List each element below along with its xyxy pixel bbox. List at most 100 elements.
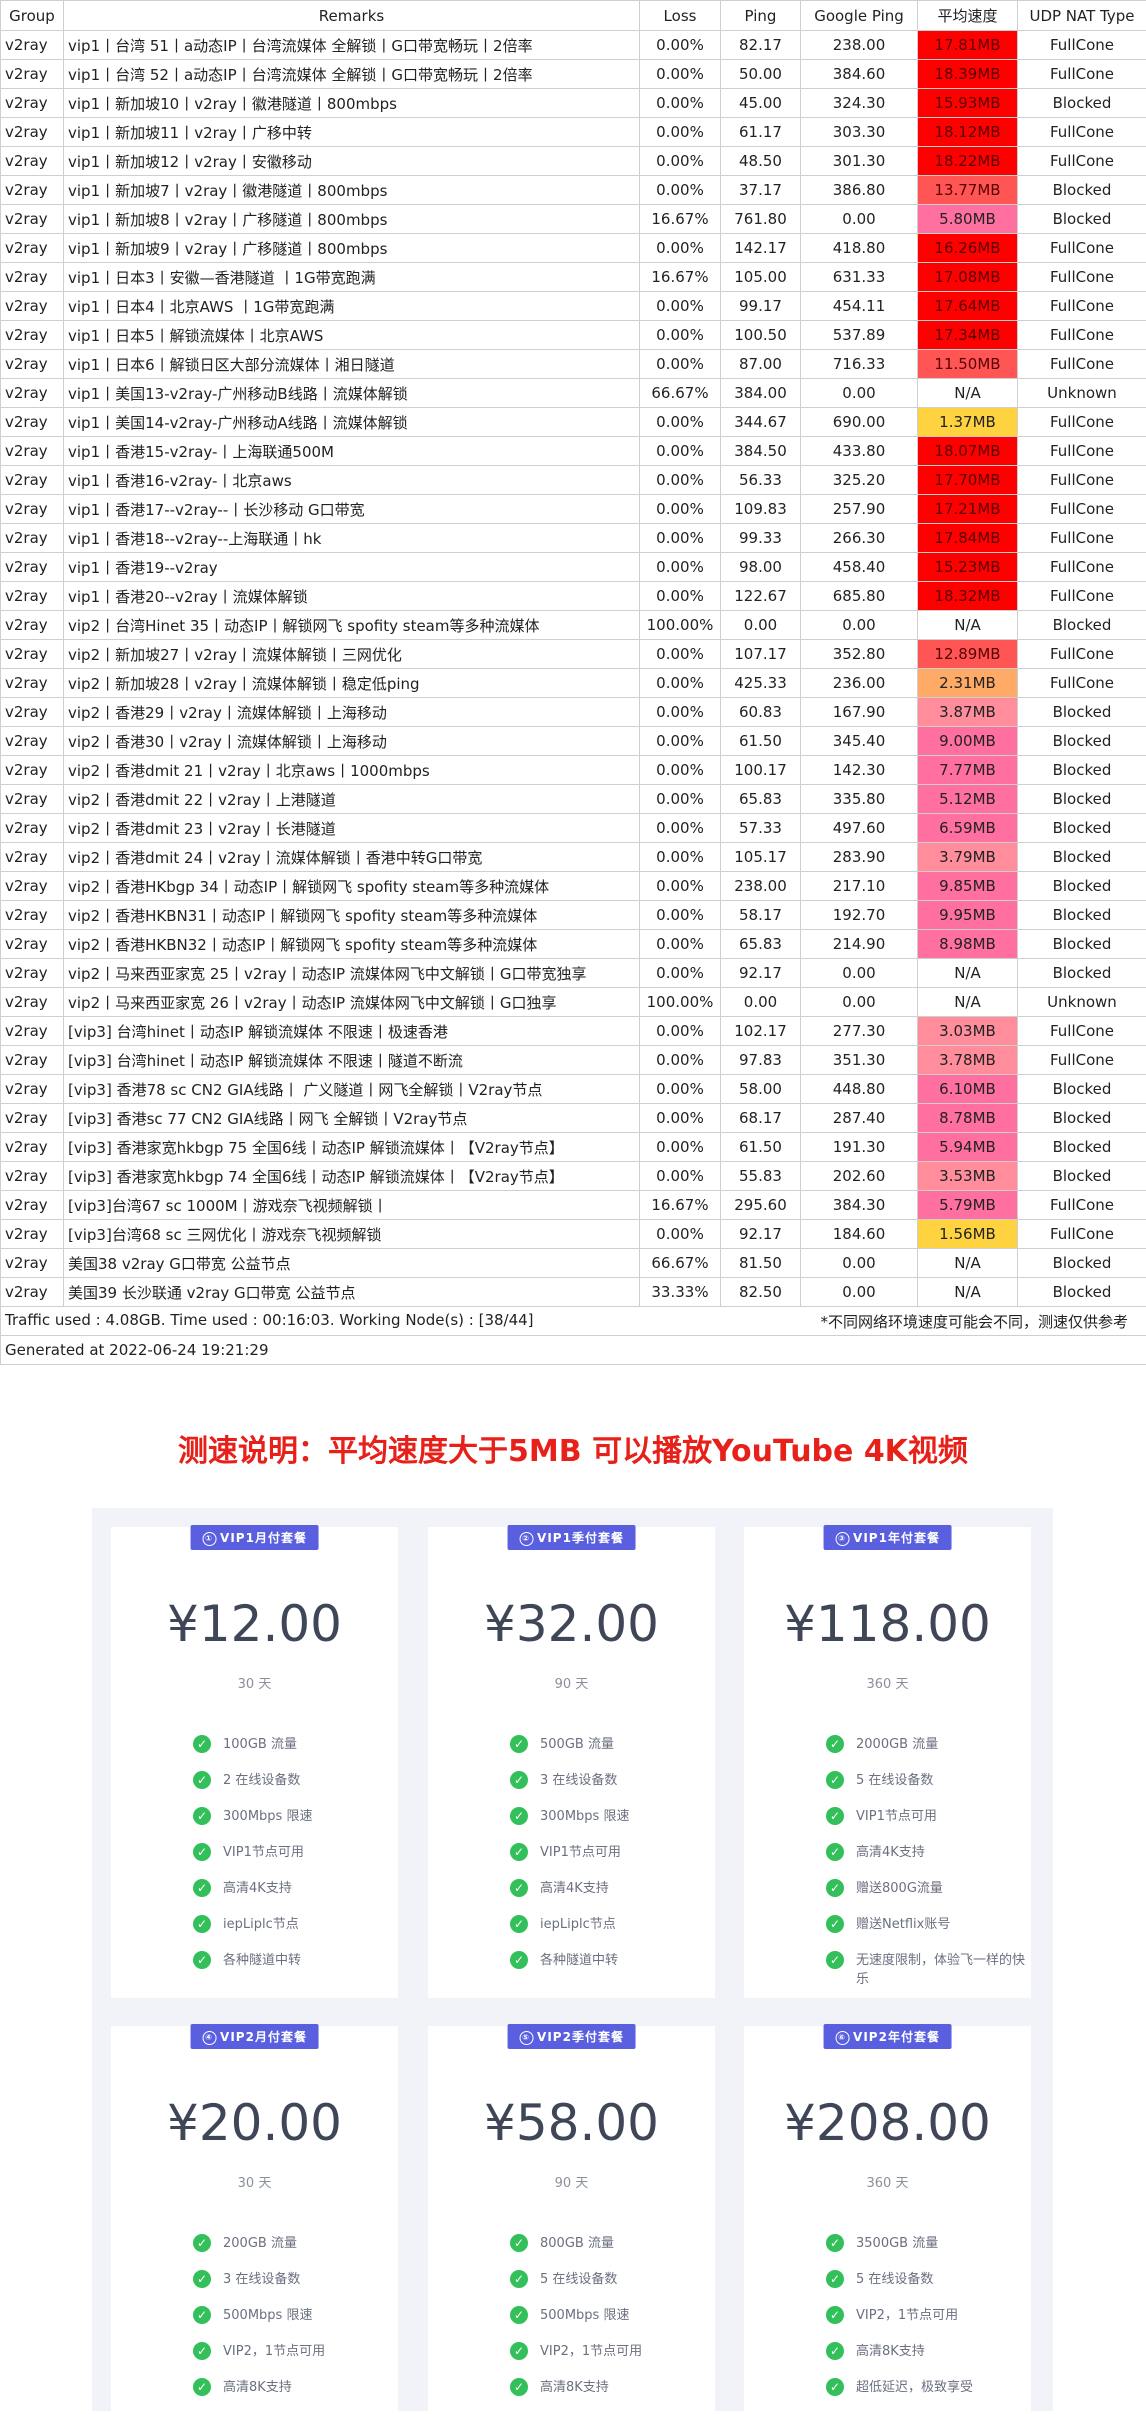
cell-google-ping: 301.30 xyxy=(801,147,918,176)
header-google-ping: Google Ping xyxy=(801,1,918,31)
table-row: v2rayvip1丨美国13-v2ray-广州移动B线路丨流媒体解锁66.67%… xyxy=(1,379,1146,408)
table-row: v2ray[vip3] 台湾hinet丨动态IP 解锁流媒体 不限速丨极速香港0… xyxy=(1,1017,1146,1046)
feature-text: 5 在线设备数 xyxy=(856,2272,933,2287)
cell-remarks: vip1丨日本3丨安徽—香港隧道 丨1G带宽跑满 xyxy=(64,263,640,292)
cell-avg-speed: N/A xyxy=(918,988,1018,1017)
feature-text: 高清4K支持 xyxy=(223,1881,292,1896)
cell-loss: 0.00% xyxy=(640,408,721,437)
cell-remarks: vip1丨新加坡8丨v2ray丨广移隧道丨800mbps xyxy=(64,205,640,234)
badge-number-icon: ⑥ xyxy=(835,2031,849,2045)
cell-google-ping: 685.80 xyxy=(801,582,918,611)
cell-group: v2ray xyxy=(1,350,64,379)
plan-card[interactable]: ②VIP1季付套餐 ¥32.00 90 天 ✓500GB 流量✓3 在线设备数✓… xyxy=(428,1527,715,1998)
cell-group: v2ray xyxy=(1,176,64,205)
feature-text: 3 在线设备数 xyxy=(540,1773,617,1788)
cell-remarks: [vip3] 香港家宽hkbgp 75 全国6线丨动态IP 解锁流媒体丨【V2r… xyxy=(64,1133,640,1162)
feature-text: VIP1节点可用 xyxy=(856,1809,937,1824)
cell-google-ping: 0.00 xyxy=(801,1249,918,1278)
cell-google-ping: 287.40 xyxy=(801,1104,918,1133)
badge-number-icon: ③ xyxy=(835,1532,849,1546)
cell-ping: 109.83 xyxy=(721,495,801,524)
plan-price: ¥208.00 xyxy=(744,2094,1031,2152)
feature-text: 500Mbps 限速 xyxy=(540,2308,629,2323)
table-row: v2rayvip2丨马来西亚家宽 25丨v2ray丨动态IP 流媒体网飞中文解锁… xyxy=(1,959,1146,988)
cell-google-ping: 458.40 xyxy=(801,553,918,582)
cell-group: v2ray xyxy=(1,1075,64,1104)
feature-item: ✓各种隧道中转 xyxy=(510,1951,709,1970)
plan-card[interactable]: ④VIP2月付套餐 ¥20.00 30 天 ✓200GB 流量✓3 在线设备数✓… xyxy=(111,2026,398,2411)
cell-google-ping: 142.30 xyxy=(801,756,918,785)
cell-ping: 65.83 xyxy=(721,785,801,814)
feature-text: 500GB 流量 xyxy=(540,1737,614,1752)
cell-google-ping: 214.90 xyxy=(801,930,918,959)
cell-remarks: vip2丨香港30丨v2ray丨流媒体解锁丨上海移动 xyxy=(64,727,640,756)
cell-loss: 16.67% xyxy=(640,263,721,292)
feature-text: VIP1节点可用 xyxy=(540,1845,621,1860)
table-row: v2rayvip1丨香港19--v2ray0.00%98.00458.4015.… xyxy=(1,553,1146,582)
feature-list: ✓2000GB 流量✓5 在线设备数✓VIP1节点可用✓高清4K支持✓赠送800… xyxy=(826,1735,1025,2006)
cell-udp-nat: FullCone xyxy=(1018,292,1146,321)
cell-avg-speed: 5.94MB xyxy=(918,1133,1018,1162)
cell-group: v2ray xyxy=(1,147,64,176)
cell-group: v2ray xyxy=(1,495,64,524)
cell-remarks: vip1丨日本4丨北京AWS 丨1G带宽跑满 xyxy=(64,292,640,321)
plan-card[interactable]: ③VIP1年付套餐 ¥118.00 360 天 ✓2000GB 流量✓5 在线设… xyxy=(744,1527,1031,1998)
plan-name: VIP1季付套餐 xyxy=(537,1531,624,1545)
cell-udp-nat: Blocked xyxy=(1018,1075,1146,1104)
cell-udp-nat: FullCone xyxy=(1018,524,1146,553)
feature-text: 无速度限制，体验飞一样的快乐 xyxy=(856,1953,1025,1987)
plan-name: VIP2季付套餐 xyxy=(537,2030,624,2044)
feature-text: iepLiplc节点 xyxy=(223,1917,299,1932)
cell-google-ping: 0.00 xyxy=(801,959,918,988)
plan-card[interactable]: ⑤VIP2季付套餐 ¥58.00 90 天 ✓800GB 流量✓5 在线设备数✓… xyxy=(428,2026,715,2411)
check-icon: ✓ xyxy=(510,1879,528,1897)
cell-remarks: vip2丨新加坡28丨v2ray丨流媒体解锁丨稳定低ping xyxy=(64,669,640,698)
table-row: v2rayvip1丨日本6丨解锁日区大部分流媒体丨湘日隧道0.00%87.007… xyxy=(1,350,1146,379)
feature-item: ✓5 在线设备数 xyxy=(826,1771,1025,1790)
feature-text: 5 在线设备数 xyxy=(856,1773,933,1788)
feature-list: ✓100GB 流量✓2 在线设备数✓300Mbps 限速✓VIP1节点可用✓高清… xyxy=(193,1735,392,1987)
cell-loss: 0.00% xyxy=(640,843,721,872)
cell-remarks: vip2丨台湾Hinet 35丨动态IP丨解锁网飞 spofity steam等… xyxy=(64,611,640,640)
speed-note-headline: 测速说明：平均速度大于5MB 可以播放YouTube 4K视频 xyxy=(0,1426,1146,1470)
cell-google-ping: 167.90 xyxy=(801,698,918,727)
cell-google-ping: 0.00 xyxy=(801,611,918,640)
cell-ping: 0.00 xyxy=(721,611,801,640)
cell-google-ping: 690.00 xyxy=(801,408,918,437)
cell-ping: 122.67 xyxy=(721,582,801,611)
cell-ping: 37.17 xyxy=(721,176,801,205)
cell-remarks: vip1丨香港18--v2ray--上海联通丨hk xyxy=(64,524,640,553)
traffic-row: Traffic used : 4.08GB. Time used : 00:16… xyxy=(1,1307,1146,1336)
plan-badge: ⑤VIP2季付套餐 xyxy=(507,2024,636,2049)
cell-udp-nat: Blocked xyxy=(1018,205,1146,234)
check-icon: ✓ xyxy=(826,2378,844,2396)
cell-udp-nat: FullCone xyxy=(1018,437,1146,466)
cell-udp-nat: FullCone xyxy=(1018,263,1146,292)
check-icon: ✓ xyxy=(193,1915,211,1933)
cell-remarks: 美国38 v2ray G口带宽 公益节点 xyxy=(64,1249,640,1278)
plan-card[interactable]: ①VIP1月付套餐 ¥12.00 30 天 ✓100GB 流量✓2 在线设备数✓… xyxy=(111,1527,398,1998)
cell-loss: 16.67% xyxy=(640,1191,721,1220)
cell-udp-nat: FullCone xyxy=(1018,350,1146,379)
table-row: v2rayvip2丨香港dmit 22丨v2ray丨上港隧道0.00%65.83… xyxy=(1,785,1146,814)
cell-loss: 0.00% xyxy=(640,524,721,553)
traffic-cell: Traffic used : 4.08GB. Time used : 00:16… xyxy=(1,1307,1146,1336)
cell-udp-nat: FullCone xyxy=(1018,495,1146,524)
cell-ping: 238.00 xyxy=(721,872,801,901)
cell-remarks: vip1丨香港20--v2ray丨流媒体解锁 xyxy=(64,582,640,611)
cell-loss: 0.00% xyxy=(640,582,721,611)
cell-google-ping: 386.80 xyxy=(801,176,918,205)
cell-google-ping: 266.30 xyxy=(801,524,918,553)
cell-avg-speed: N/A xyxy=(918,611,1018,640)
generated-row: Generated at 2022-06-24 19:21:29 xyxy=(1,1336,1146,1365)
cell-google-ping: 191.30 xyxy=(801,1133,918,1162)
cell-group: v2ray xyxy=(1,1046,64,1075)
plan-price: ¥118.00 xyxy=(744,1595,1031,1653)
cell-ping: 105.00 xyxy=(721,263,801,292)
table-row: v2ray[vip3]台湾68 sc 三网优化丨游戏奈飞视频解锁0.00%92.… xyxy=(1,1220,1146,1249)
cell-udp-nat: FullCone xyxy=(1018,147,1146,176)
plan-card[interactable]: ⑥VIP2年付套餐 ¥208.00 360 天 ✓3500GB 流量✓5 在线设… xyxy=(744,2026,1031,2411)
cell-google-ping: 433.80 xyxy=(801,437,918,466)
plan-period: 30 天 xyxy=(111,2172,398,2191)
cell-remarks: vip2丨香港29丨v2ray丨流媒体解锁丨上海移动 xyxy=(64,698,640,727)
